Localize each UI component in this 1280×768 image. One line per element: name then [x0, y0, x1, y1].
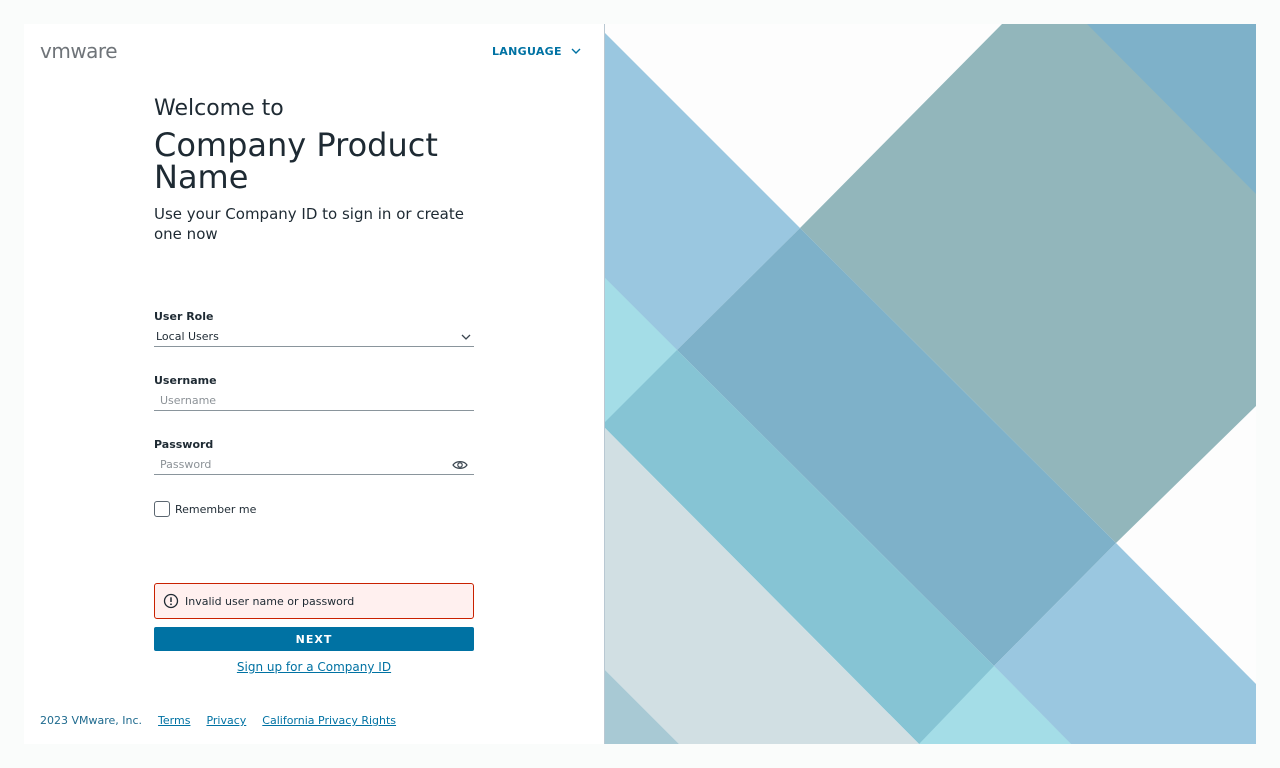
tagline: Use your Company ID to sign in or create…: [154, 205, 464, 243]
eye-icon[interactable]: [452, 458, 468, 472]
chevron-down-icon: [571, 48, 581, 54]
terms-link[interactable]: Terms: [158, 714, 190, 727]
error-message: Invalid user name or password: [185, 594, 355, 608]
username-field: [154, 391, 474, 411]
product-name: Company Product Name: [154, 126, 438, 196]
geometric-pattern: [605, 24, 1256, 744]
username-input[interactable]: [154, 394, 474, 407]
password-input[interactable]: [154, 458, 474, 471]
signup-link[interactable]: Sign up for a Company ID: [154, 660, 474, 674]
language-selector[interactable]: LANGUAGE: [492, 43, 582, 59]
password-field: [154, 455, 474, 475]
login-panel: vmware LANGUAGE Welcome to Company Produ…: [24, 24, 605, 744]
remember-me-checkbox[interactable]: [154, 501, 170, 517]
copyright: 2023 VMware, Inc.: [40, 714, 143, 727]
vmware-logo: vmware: [40, 39, 118, 63]
remember-me-label: Remember me: [175, 502, 257, 516]
privacy-link[interactable]: Privacy: [206, 714, 246, 727]
login-card: vmware LANGUAGE Welcome to Company Produ…: [24, 24, 1256, 744]
california-privacy-link[interactable]: California Privacy Rights: [262, 714, 396, 727]
remember-me: Remember me: [154, 501, 256, 517]
next-button[interactable]: NEXT: [154, 627, 474, 651]
welcome-heading: Welcome to: [154, 96, 284, 121]
username-label: Username: [154, 374, 217, 387]
user-role-select[interactable]: Local Users: [154, 327, 474, 347]
error-alert: Invalid user name or password: [154, 583, 474, 619]
user-role-label: User Role: [154, 310, 214, 323]
language-label: LANGUAGE: [492, 44, 562, 58]
footer: 2023 VMware, Inc. Terms Privacy Californ…: [40, 714, 396, 727]
password-label: Password: [154, 438, 214, 451]
error-circle-icon: [163, 593, 179, 609]
chevron-down-icon: [461, 334, 471, 340]
user-role-value: Local Users: [156, 330, 219, 343]
decorative-background: [605, 24, 1256, 744]
